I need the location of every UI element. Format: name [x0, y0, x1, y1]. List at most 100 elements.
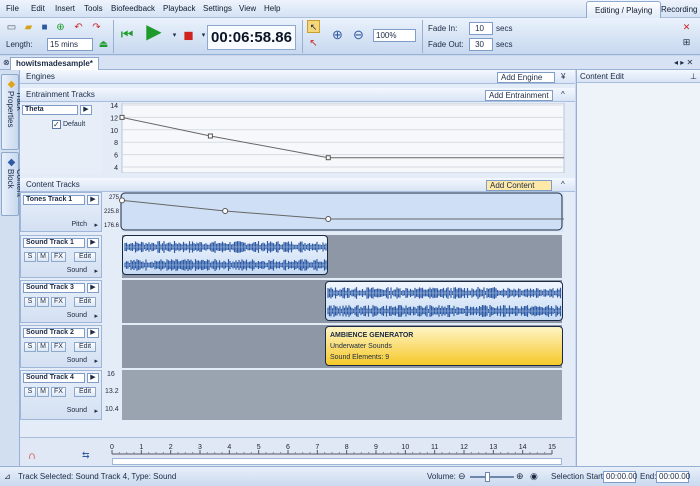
tab-content-block[interactable]: ◆ Content Block: [1, 152, 24, 216]
solo-button[interactable]: S: [24, 387, 36, 397]
zoom-in-icon[interactable]: ⊕: [331, 28, 344, 41]
fx-button[interactable]: FX: [51, 297, 66, 307]
sound-track-name[interactable]: Sound Track 3: [23, 283, 85, 293]
menu-biofeedback[interactable]: Biofeedback: [111, 4, 155, 13]
play-icon[interactable]: ▶: [144, 22, 164, 42]
sound-track-menu[interactable]: ▶: [87, 283, 99, 293]
tone-point[interactable]: [119, 197, 125, 204]
export-icon[interactable]: ⏏: [97, 38, 110, 51]
entrainment-track-menu[interactable]: ▶: [80, 105, 92, 115]
add-engine-button[interactable]: Add Engine: [497, 72, 555, 83]
entrainment-graph[interactable]: 14 12 10 8 6 4: [104, 103, 575, 173]
horizontal-scrollbar[interactable]: [112, 458, 562, 465]
param-arrow-icon[interactable]: ▸: [94, 407, 98, 415]
menu-settings[interactable]: Settings: [203, 4, 232, 13]
mute-button[interactable]: M: [37, 252, 49, 262]
sound-track-menu[interactable]: ▶: [87, 238, 99, 248]
tones-param-arrow-icon[interactable]: ▸: [94, 221, 98, 229]
entrainment-collapse-icon[interactable]: ^: [561, 90, 565, 99]
fade-in-input[interactable]: 10: [469, 22, 493, 35]
menu-view[interactable]: View: [239, 4, 256, 13]
undo-icon[interactable]: ↶: [72, 21, 85, 34]
tab-track-properties[interactable]: ◆ Track Properties: [1, 74, 24, 150]
edit-button[interactable]: Edit: [74, 252, 96, 262]
entrainment-point[interactable]: [325, 155, 331, 161]
tones-track-name[interactable]: Tones Track 1: [23, 195, 85, 205]
mute-button[interactable]: M: [37, 387, 49, 397]
document-tab[interactable]: howitsmadesample*: [10, 57, 99, 70]
param-arrow-icon[interactable]: ▸: [94, 267, 98, 275]
ambience-clip[interactable]: AMBIENCE GENERATOR Underwater Sounds Sou…: [325, 326, 563, 366]
tones-track-menu[interactable]: ▶: [87, 195, 99, 205]
fx-button[interactable]: FX: [51, 252, 66, 262]
fit-icon[interactable]: ⇆: [82, 450, 90, 461]
volume-slider[interactable]: [470, 476, 514, 478]
sound-track-name[interactable]: Sound Track 4: [23, 373, 85, 383]
edit-button[interactable]: Edit: [74, 387, 96, 397]
edit-button[interactable]: Edit: [74, 297, 96, 307]
menu-tools[interactable]: Tools: [84, 4, 103, 13]
close-toolbar-icon[interactable]: ✕: [680, 21, 693, 34]
menu-playback[interactable]: Playback: [163, 4, 195, 13]
new-icon[interactable]: ▭: [5, 21, 18, 34]
tone-point[interactable]: [222, 208, 229, 214]
rewind-icon[interactable]: ⏮: [119, 27, 135, 41]
sound-track-menu[interactable]: ▶: [87, 328, 99, 338]
grid-icon[interactable]: ⊞: [680, 36, 693, 49]
content-collapse-icon[interactable]: ^: [561, 180, 565, 189]
param-arrow-icon[interactable]: ▸: [94, 357, 98, 365]
add-icon[interactable]: ⊕: [54, 21, 67, 34]
volume-up-icon[interactable]: ⊕: [516, 471, 524, 482]
pencil-pointer-icon[interactable]: ↖: [307, 37, 320, 50]
edit-button[interactable]: Edit: [74, 342, 96, 352]
save-icon[interactable]: ■: [38, 21, 51, 34]
tab-recording[interactable]: Recording: [653, 1, 700, 18]
menu-file[interactable]: File: [6, 4, 19, 13]
mute-button[interactable]: M: [37, 342, 49, 352]
magnet-icon[interactable]: ∩: [28, 450, 36, 462]
menu-help[interactable]: Help: [264, 4, 280, 13]
menu-edit[interactable]: Edit: [31, 4, 45, 13]
solo-button[interactable]: S: [24, 297, 36, 307]
engines-collapse-icon[interactable]: ¥: [561, 72, 565, 81]
mute-button[interactable]: M: [37, 297, 49, 307]
volume-down-icon[interactable]: ⊖: [458, 471, 466, 482]
default-checkbox[interactable]: ✓: [52, 120, 61, 129]
selection-start-field[interactable]: 00:00.00: [603, 471, 637, 483]
solo-button[interactable]: S: [24, 342, 36, 352]
pointer-icon[interactable]: ↖: [307, 20, 320, 33]
add-entrainment-button[interactable]: Add Entrainment: [485, 90, 553, 101]
pin-icon[interactable]: ⊥: [690, 72, 697, 81]
sound-track-menu[interactable]: ▶: [87, 373, 99, 383]
fx-button[interactable]: FX: [51, 387, 66, 397]
menu-insert[interactable]: Insert: [55, 4, 75, 13]
fade-out-input[interactable]: 30: [469, 38, 493, 51]
zoom-out-icon[interactable]: ⊖: [352, 28, 365, 41]
open-icon[interactable]: ▰: [22, 21, 35, 34]
sound-track-name[interactable]: Sound Track 2: [23, 328, 85, 338]
close-doc-icon[interactable]: ⊗: [3, 58, 10, 67]
speaker-icon[interactable]: ◉: [530, 471, 538, 482]
time-ruler[interactable]: 0 1 2 3 4 5 6 7 8 9 10 11 12 13 14 15: [110, 442, 562, 456]
tones-lane[interactable]: 275 225.8 176.6: [104, 192, 564, 232]
redo-icon[interactable]: ↷: [90, 21, 103, 34]
length-select[interactable]: 15 mins: [47, 38, 93, 51]
entrainment-point[interactable]: [207, 133, 213, 139]
stop-icon[interactable]: ■: [180, 27, 197, 44]
add-content-button[interactable]: Add Content: [486, 180, 552, 191]
volume-slider-thumb[interactable]: [485, 472, 490, 482]
sound-clip-1[interactable]: [122, 235, 328, 275]
param-arrow-icon[interactable]: ▸: [94, 312, 98, 320]
tone-point[interactable]: [325, 216, 332, 222]
sound-track-4-lane[interactable]: [122, 370, 562, 420]
solo-button[interactable]: S: [24, 252, 36, 262]
sound-track-name[interactable]: Sound Track 1: [23, 238, 85, 248]
entrainment-track-name[interactable]: Theta: [22, 105, 78, 115]
entrainment-point[interactable]: [119, 114, 125, 120]
tab-nav-icon[interactable]: ◂ ▸ ✕: [674, 58, 693, 67]
end-field[interactable]: 00:00.00: [656, 471, 690, 483]
sound-clip-3[interactable]: [325, 281, 563, 321]
zoom-select[interactable]: 100%: [373, 29, 416, 42]
tab-editing-playing[interactable]: Editing / Playing: [586, 1, 662, 18]
fx-button[interactable]: FX: [51, 342, 66, 352]
